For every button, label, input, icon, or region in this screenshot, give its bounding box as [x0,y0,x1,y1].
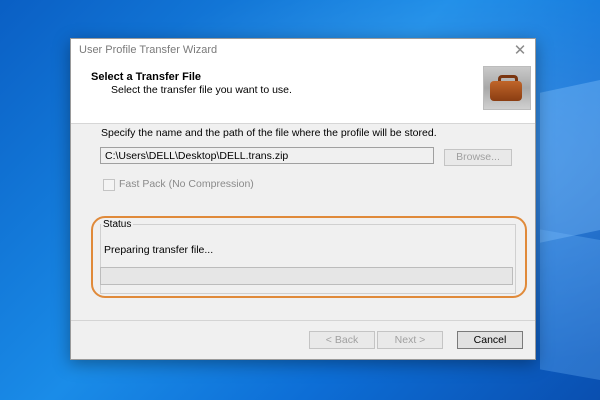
briefcase-body [490,81,522,101]
wizard-window: User Profile Transfer Wizard ✕ Select a … [70,38,536,360]
fast-pack-checkbox[interactable] [103,179,115,191]
page-title: Select a Transfer File [91,71,202,83]
file-path-input[interactable] [100,147,434,164]
wizard-header: Select a Transfer File Select the transf… [71,63,535,124]
footer-divider [71,320,535,321]
back-button[interactable]: < Back [309,331,375,349]
wallpaper-pane-upper [540,67,600,243]
briefcase-icon [483,66,531,110]
status-highlight-outline [91,216,527,298]
browse-button[interactable]: Browse... [444,149,512,166]
fast-pack-label: Fast Pack (No Compression) [119,178,254,190]
page-subtitle: Select the transfer file you want to use… [111,84,292,96]
close-icon[interactable]: ✕ [511,42,529,60]
wallpaper-pane-lower [540,229,600,391]
window-title: User Profile Transfer Wizard [79,44,218,56]
title-bar: User Profile Transfer Wizard ✕ [71,39,535,63]
cancel-button[interactable]: Cancel [457,331,523,349]
next-button[interactable]: Next > [377,331,443,349]
instruction-text: Specify the name and the path of the fil… [101,127,437,139]
